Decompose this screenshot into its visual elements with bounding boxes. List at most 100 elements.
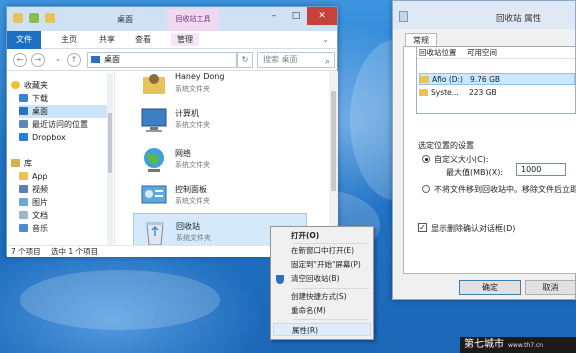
menu-separator — [293, 288, 369, 289]
ribbon-tabs: 文件 主页 共享 查看 管理 ⌄ — [7, 31, 337, 49]
explorer-titlebar[interactable]: 回收站工具 桌面 – □ ✕ — [7, 7, 337, 31]
tab-general[interactable]: 常规 — [405, 33, 437, 47]
tab-view[interactable]: 查看 — [135, 34, 151, 45]
tab-share[interactable]: 共享 — [99, 34, 115, 45]
cancel-button[interactable]: 取消 — [525, 280, 576, 295]
no-move-radio[interactable] — [422, 185, 430, 193]
desktop-location-icon — [91, 56, 100, 63]
content-scrollbar[interactable] — [329, 71, 338, 245]
tab-manage[interactable]: 管理 — [171, 33, 199, 46]
file-list: Haney Dong 系统文件夹 计算机 系统文件夹 网络 系统文件夹 控制面板… — [115, 71, 329, 253]
desktop-icon — [19, 107, 28, 115]
forward-button[interactable]: → — [31, 53, 45, 67]
custom-size-radio[interactable] — [422, 155, 430, 163]
music-icon — [19, 224, 28, 232]
recent-icon — [19, 120, 28, 128]
file-type: 系统文件夹 — [176, 234, 211, 242]
maximize-button[interactable]: □ — [285, 7, 307, 25]
nav-item-desktop[interactable]: 桌面 — [19, 105, 107, 118]
menu-item-open-new-window[interactable]: 在新窗口中打开(E) — [273, 244, 371, 257]
nav-item-recent[interactable]: 最近访问的位置 — [19, 118, 88, 131]
file-name: Haney Dong — [175, 72, 225, 81]
confirm-delete-checkbox[interactable]: ✓ — [418, 223, 427, 232]
nav-item-favorites[interactable]: 收藏夹 — [11, 79, 48, 92]
search-placeholder: 搜索 桌面 — [263, 55, 298, 64]
nav-item-libraries[interactable]: 库 — [11, 157, 32, 170]
folder-icon — [19, 172, 28, 180]
nav-scrollbar[interactable] — [107, 73, 113, 245]
properties-titlebar[interactable]: 回收站 属性 — [393, 1, 575, 29]
nav-item-pictures[interactable]: 图片 — [19, 196, 48, 209]
max-size-label: 最大值(MB)(X): — [446, 168, 504, 177]
close-button[interactable]: ✕ — [307, 7, 337, 25]
wallpaper-petal — [20, 270, 220, 330]
location-settings-label: 选定位置的设置 — [418, 141, 474, 150]
content-scroll-thumb[interactable] — [331, 91, 336, 191]
drive-folder-icon — [420, 76, 429, 83]
up-button[interactable]: ↑ — [67, 53, 81, 67]
location-list: 回收站位置 可用空间 Afio (D:) 9.76 GB Syste... 22… — [416, 46, 576, 114]
file-name: 计算机 — [175, 109, 199, 118]
video-icon — [19, 185, 28, 193]
file-item-network[interactable]: 网络 系统文件夹 — [133, 141, 307, 181]
item-count: 7 个项目 — [11, 247, 41, 256]
expand-ribbon-icon[interactable]: ⌄ — [322, 35, 329, 44]
context-menu: 打开(O) 在新窗口中打开(E) 固定到"开始"屏幕(P) 清空回收站(B) 创… — [270, 226, 374, 340]
new-folder-quick-icon[interactable] — [45, 13, 55, 23]
network-icon — [139, 145, 169, 175]
nav-item-dropbox[interactable]: Dropbox — [19, 131, 66, 144]
menu-item-properties[interactable]: 属性(R) — [273, 323, 371, 336]
file-type: 系统文件夹 — [175, 85, 210, 93]
location-row[interactable]: Syste... 223 GB — [419, 87, 575, 99]
confirm-delete-label[interactable]: 显示删除确认对话框(D) — [431, 223, 515, 234]
star-icon — [11, 81, 20, 89]
location-row[interactable]: Afio (D:) 9.76 GB — [419, 73, 575, 85]
file-item-computer[interactable]: 计算机 系统文件夹 — [133, 101, 307, 141]
file-name: 网络 — [175, 149, 191, 158]
recycle-bin-icon — [140, 218, 170, 248]
recent-dropdown-icon[interactable]: ⌄ — [51, 53, 65, 67]
nav-item-music[interactable]: 音乐 — [19, 222, 48, 235]
file-item-control-panel[interactable]: 控制面板 系统文件夹 — [133, 177, 307, 217]
menu-item-open[interactable]: 打开(O) — [273, 229, 371, 242]
nav-scroll-thumb[interactable] — [108, 113, 112, 173]
menu-item-create-shortcut[interactable]: 创建快捷方式(S) — [273, 290, 371, 303]
search-icon: ⌕ — [324, 57, 330, 67]
ok-button[interactable]: 确定 — [459, 280, 521, 295]
location-list-header: 回收站位置 可用空间 — [417, 47, 575, 59]
nav-item-app[interactable]: App — [19, 170, 48, 183]
tab-home[interactable]: 主页 — [61, 34, 77, 45]
max-size-input[interactable]: 1000 — [516, 163, 566, 176]
control-panel-icon — [139, 181, 169, 211]
minimize-button[interactable]: – — [263, 7, 285, 25]
properties-quick-icon[interactable] — [29, 13, 39, 23]
column-location[interactable]: 回收站位置 — [419, 47, 457, 59]
explorer-window: 回收站工具 桌面 – □ ✕ 文件 主页 共享 查看 管理 ⌄ ← → ⌄ ↑ … — [6, 6, 338, 257]
dropbox-icon — [19, 133, 28, 141]
file-type: 系统文件夹 — [175, 197, 210, 205]
selected-count: 选中 1 个项目 — [51, 247, 99, 256]
menu-item-pin-to-start[interactable]: 固定到"开始"屏幕(P) — [273, 258, 371, 271]
drive-folder-icon — [419, 89, 428, 96]
tab-file[interactable]: 文件 — [7, 31, 41, 49]
navigation-pane: 收藏夹 下载 桌面 最近访问的位置 Dropbox 库 App 视频 图片 文档 — [7, 71, 115, 245]
custom-size-label[interactable]: 自定义大小(C): — [434, 154, 489, 165]
no-move-label[interactable]: 不将文件移到回收站中。移除文件后立即 — [434, 184, 576, 195]
menu-item-empty-recycle-bin[interactable]: 清空回收站(B) — [273, 272, 371, 285]
back-button[interactable]: ← — [13, 53, 27, 67]
recycle-bin-tools-tab[interactable]: 回收站工具 — [167, 9, 219, 31]
file-name: 回收站 — [176, 222, 200, 231]
properties-title: 回收站 属性 — [496, 14, 542, 24]
site-watermark: 第七城市 www.th7.cn — [460, 337, 576, 353]
folder-icon[interactable] — [13, 13, 23, 23]
menu-item-rename[interactable]: 重命名(M) — [273, 304, 371, 317]
user-folder-icon — [139, 69, 169, 99]
nav-item-documents[interactable]: 文档 — [19, 209, 48, 222]
file-item-user[interactable]: Haney Dong 系统文件夹 — [133, 65, 307, 105]
download-icon — [19, 94, 28, 102]
recycle-bin-small-icon — [399, 11, 408, 22]
nav-item-videos[interactable]: 视频 — [19, 183, 48, 196]
library-icon — [11, 159, 20, 167]
column-free-space[interactable]: 可用空间 — [467, 47, 497, 59]
nav-item-downloads[interactable]: 下载 — [19, 92, 48, 105]
